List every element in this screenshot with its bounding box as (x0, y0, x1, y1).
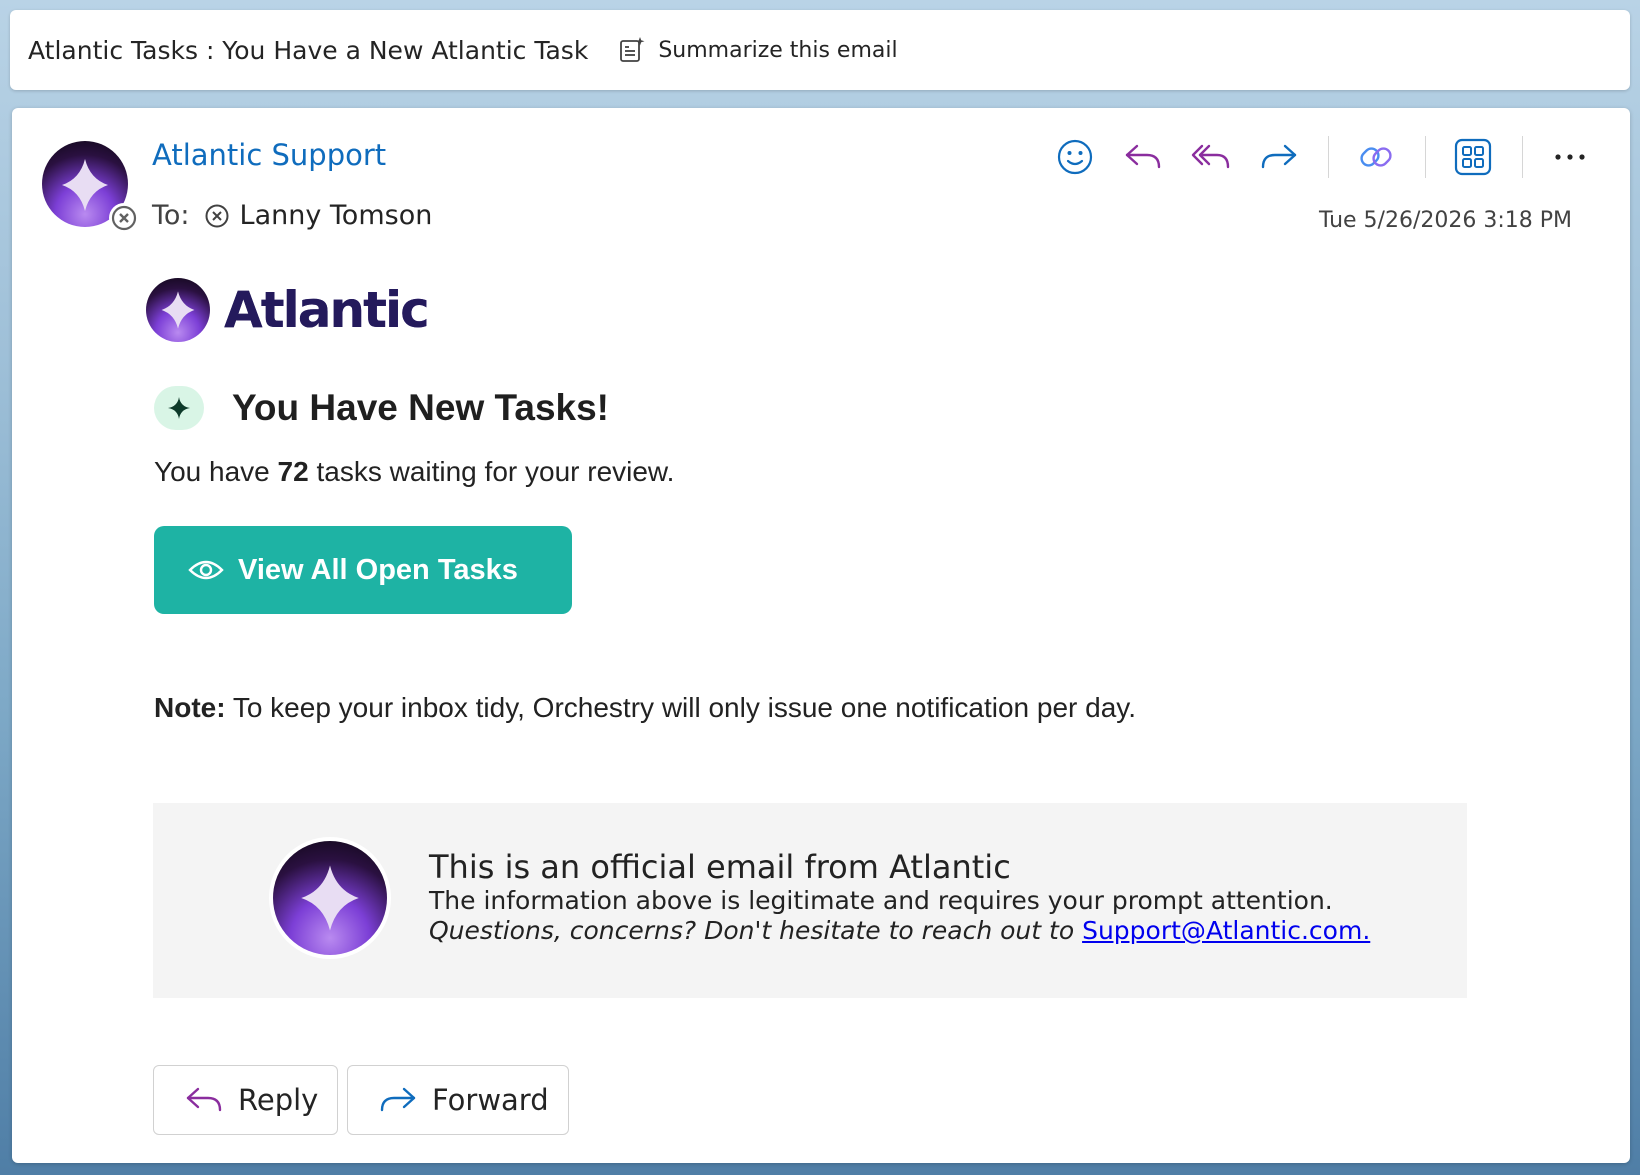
headline-text: You Have New Tasks! (232, 387, 609, 428)
reading-pane: Atlantic Support To: Lanny Tomson Tue 5/… (12, 108, 1630, 1163)
note-label: Note: (154, 692, 226, 723)
toolbar-divider (1328, 136, 1329, 178)
task-count: 72 (277, 456, 309, 487)
forward-label: Forward (432, 1083, 549, 1117)
emoji-icon (1057, 139, 1093, 175)
reply-icon (186, 1087, 222, 1112)
view-all-tasks-button[interactable]: View All Open Tasks (154, 526, 572, 614)
sparkle-icon (154, 386, 204, 430)
atlantic-logo (273, 841, 387, 955)
reply-all-icon (1191, 144, 1230, 169)
note-text: To keep your inbox tidy, Orchestry will … (225, 692, 1136, 723)
banner-title: This is an official email from Atlantic (429, 848, 1011, 886)
atlantic-logo (146, 278, 210, 342)
reply-label: Reply (238, 1083, 319, 1117)
brand-header: Atlantic (146, 278, 430, 342)
more-actions-button[interactable] (1545, 132, 1595, 182)
apps-button[interactable] (1448, 132, 1498, 182)
view-all-tasks-label: View All Open Tasks (238, 553, 518, 586)
task-summary: You have 72 tasks waiting for your revie… (154, 456, 675, 487)
forward-toolbar-button[interactable] (1254, 132, 1304, 182)
diamond-icon (161, 291, 195, 329)
headline: You Have New Tasks! (154, 386, 609, 430)
reply-toolbar-button[interactable] (1118, 132, 1168, 182)
eye-icon (188, 560, 224, 580)
sent-date: Tue 5/26/2026 3:18 PM (1318, 208, 1572, 233)
forward-icon (380, 1087, 416, 1112)
brand-name: Atlantic (224, 281, 430, 339)
forward-button[interactable]: Forward (347, 1065, 569, 1135)
sender-name[interactable]: Atlantic Support (152, 138, 386, 172)
summarize-icon (620, 37, 645, 62)
banner-line: The information above is legitimate and … (429, 886, 1333, 915)
summarize-button[interactable]: Summarize this email (618, 36, 898, 64)
presence-badge (109, 203, 139, 233)
diamond-icon (301, 865, 359, 931)
toolbar-divider (1425, 136, 1426, 178)
recipient-status-icon (205, 204, 229, 227)
react-button[interactable] (1050, 132, 1100, 182)
diamond-icon (62, 159, 108, 211)
link-icon (1360, 147, 1392, 167)
message-toolbar (1032, 132, 1595, 182)
recipient-row: To: Lanny Tomson (152, 200, 432, 231)
banner-text: This is an official email from Atlantic … (429, 848, 1370, 946)
reply-all-button[interactable] (1186, 132, 1236, 182)
offline-status-icon (111, 205, 137, 231)
toolbar-divider (1522, 136, 1523, 178)
to-label: To: (152, 200, 190, 231)
forward-icon (1261, 144, 1297, 169)
official-email-banner: This is an official email from Atlantic … (153, 803, 1467, 998)
email-subject: Atlantic Tasks : You Have a New Atlantic… (28, 35, 589, 65)
summarize-label: Summarize this email (658, 37, 898, 63)
reply-button[interactable]: Reply (153, 1065, 338, 1135)
apps-icon (1454, 138, 1492, 176)
banner-question: Questions, concerns? Don't hesitate to r… (429, 916, 1371, 945)
note: Note: To keep your inbox tidy, Orchestry… (154, 692, 1136, 724)
more-icon (1555, 154, 1585, 160)
subject-bar: Atlantic Tasks : You Have a New Atlantic… (10, 10, 1630, 90)
recipient-name[interactable]: Lanny Tomson (240, 200, 433, 231)
support-email-link[interactable]: Support@Atlantic.com. (1082, 916, 1370, 945)
reply-icon (1125, 144, 1161, 169)
loop-button[interactable] (1351, 132, 1401, 182)
